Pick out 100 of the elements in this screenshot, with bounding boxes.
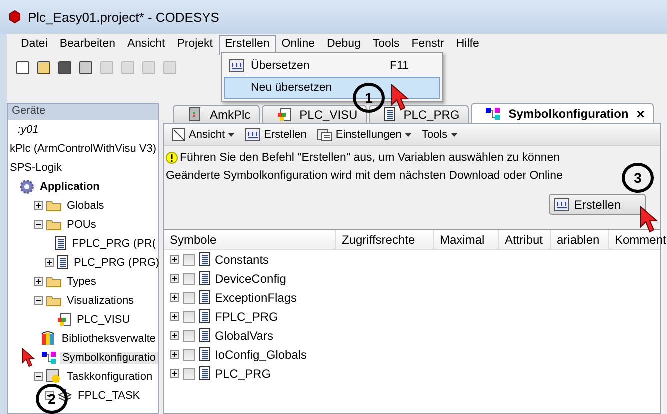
step-marker: 1 xyxy=(353,83,385,113)
checkbox[interactable] xyxy=(183,254,195,266)
menu-item[interactable]: Debug xyxy=(321,35,367,55)
expand-icon[interactable] xyxy=(170,293,179,302)
symbol-name: DeviceConfig xyxy=(215,272,286,286)
folder-icon xyxy=(46,294,62,307)
document-icon xyxy=(199,347,211,362)
menu-item[interactable]: Projekt xyxy=(171,35,219,55)
cursor-arrow-icon xyxy=(22,348,36,368)
tree-item[interactable]: Application xyxy=(38,180,102,192)
symbol-name: IoConfig_Globals xyxy=(215,348,308,362)
folder-icon xyxy=(46,275,62,288)
tree-item[interactable]: Globals xyxy=(65,200,106,212)
warning-icon xyxy=(166,152,178,164)
stack-icon xyxy=(57,388,73,402)
toolbar-button[interactable]: Einstellungen xyxy=(314,128,414,142)
document-icon xyxy=(199,252,211,267)
menu-item[interactable]: Hilfe xyxy=(450,35,486,55)
expand-icon[interactable] xyxy=(34,201,43,210)
note-message: Geänderte Symbolkonfiguration wird mit dem nächsten Download oder Online xyxy=(166,170,563,182)
collapse-icon[interactable] xyxy=(34,296,43,305)
column-header[interactable]: ariablen xyxy=(551,230,609,250)
menu-item[interactable]: Tools xyxy=(366,35,406,55)
symbol-name: ExceptionFlags xyxy=(215,290,298,304)
document-icon xyxy=(199,328,211,343)
toolbar-button[interactable]: Ansicht xyxy=(170,128,238,142)
checkbox[interactable] xyxy=(183,330,195,342)
symbol-name: GlobalVars xyxy=(215,328,274,342)
checkbox[interactable] xyxy=(183,272,195,284)
shortcut-label: F11 xyxy=(390,60,410,72)
tree-item[interactable]: PLC_PRG (PRG) xyxy=(72,256,162,268)
visualization-icon xyxy=(57,312,72,326)
tree-item[interactable]: Types xyxy=(65,276,98,288)
tree-item[interactable]: SPS-Logik xyxy=(8,162,64,174)
collapse-icon[interactable] xyxy=(34,220,43,229)
expand-icon[interactable] xyxy=(34,277,43,286)
app-icon xyxy=(8,10,22,24)
tree-item[interactable]: Taskkonfiguration xyxy=(65,370,155,382)
tree-item[interactable]: POUs xyxy=(65,218,98,230)
column-header[interactable]: Attribut xyxy=(499,230,551,250)
tree-item[interactable]: PLC_VISU xyxy=(75,314,132,326)
editor-tab[interactable]: PLC_PRG xyxy=(368,105,469,123)
editor-tab[interactable]: PLC_VISU xyxy=(262,105,367,123)
menu-item[interactable]: Ansicht xyxy=(121,35,172,55)
symbol-name: Constants xyxy=(215,252,270,266)
caret-icon xyxy=(450,132,458,136)
editor-tab[interactable]: AmkPlc xyxy=(173,105,260,123)
cursor-arrow-icon xyxy=(391,84,410,111)
toolbar-button[interactable]: Tools xyxy=(420,128,460,140)
expand-icon[interactable] xyxy=(170,255,179,264)
symbol-name: FPLC_PRG xyxy=(215,310,278,324)
editor-tab[interactable]: Symbolkonfiguration × xyxy=(470,103,654,123)
tree-item[interactable]: kPlc (ArmControlWithVisu V3) xyxy=(8,142,158,154)
gear-icon xyxy=(19,178,35,194)
document-icon xyxy=(199,309,211,324)
expand-icon[interactable] xyxy=(170,369,179,378)
document-icon xyxy=(57,255,69,270)
menu-item[interactable]: Online xyxy=(276,35,321,55)
column-header[interactable]: Symbole xyxy=(164,230,336,250)
build-button[interactable]: Erstellen xyxy=(549,194,646,215)
expand-icon[interactable] xyxy=(170,274,179,283)
books-icon xyxy=(40,331,57,346)
settings-icon xyxy=(316,128,333,142)
tree-item[interactable]: FPLC_PRG (PR( xyxy=(70,238,158,250)
tree-item[interactable]: FPLC_TASK xyxy=(76,390,142,402)
cursor-arrow-icon xyxy=(640,206,659,233)
collapse-icon[interactable] xyxy=(34,372,43,381)
caret-icon xyxy=(228,132,236,136)
document-icon xyxy=(55,236,68,251)
column-header[interactable]: Maximal xyxy=(434,230,499,250)
window-title: Plc_Easy01.project* - CODESYS xyxy=(28,10,220,24)
expand-icon[interactable] xyxy=(45,258,54,267)
tree-item[interactable]: Bibliotheksverwalte xyxy=(60,332,158,344)
view-icon xyxy=(172,128,186,142)
step-marker: 3 xyxy=(622,163,654,193)
info-message: Führen Sie den Befehl "Erstellen" aus, um Variablen auswählen zu können xyxy=(180,152,560,164)
menu-option[interactable]: Übersetzen F11 xyxy=(224,55,440,77)
checkbox[interactable] xyxy=(183,310,195,322)
document-icon xyxy=(199,271,211,286)
tree-item[interactable]: Visualizations xyxy=(65,294,136,306)
expand-icon[interactable] xyxy=(170,350,179,359)
symbol-name: PLC_PRG xyxy=(215,366,272,380)
expand-icon[interactable] xyxy=(170,331,179,340)
expand-icon[interactable] xyxy=(170,312,179,321)
tree-item[interactable]: :y01 xyxy=(16,124,41,136)
menu-item[interactable]: Fenstr xyxy=(406,35,450,55)
symbols-icon xyxy=(42,350,58,364)
checkbox[interactable] xyxy=(183,292,195,304)
checkbox[interactable] xyxy=(183,348,195,360)
build-icon xyxy=(229,59,245,73)
checkbox[interactable] xyxy=(183,368,195,380)
column-header[interactable]: Zugriffsrechte xyxy=(336,230,434,250)
menu-item[interactable]: Bearbeiten xyxy=(54,35,122,55)
close-icon[interactable]: × xyxy=(636,106,645,122)
caret-icon xyxy=(404,132,412,136)
visualization-icon xyxy=(276,108,292,122)
tree-item[interactable]: Symbolkonfiguratio xyxy=(60,352,158,364)
folder-icon xyxy=(46,218,62,231)
toolbar-button[interactable]: Erstellen xyxy=(243,128,309,142)
menu-item[interactable]: Datei xyxy=(15,35,54,55)
